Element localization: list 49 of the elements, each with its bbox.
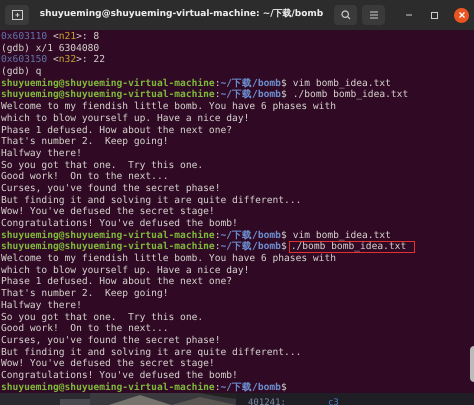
terminal-line: That's number 2. Keep going!	[1, 288, 169, 300]
terminal-line: Wow! You've defused the secret stage!	[1, 358, 215, 370]
terminal-line: So you got that one. Try this one.	[1, 312, 204, 324]
terminal-line: Phase 1 defused. How about the next one?	[1, 276, 232, 288]
terminal-line: Phase 1 defused. How about the next one?	[1, 124, 232, 136]
search-icon	[340, 10, 350, 20]
command-text: ./bomb bomb_idea.txt	[292, 89, 408, 102]
terminal-line: Curses, you've found the secret phase!	[1, 182, 220, 195]
terminal-line: which to blow yourself up. Have a nice day!	[1, 264, 250, 276]
search-button[interactable]	[334, 5, 357, 25]
terminal-line: 0x603150 <n32>: 22	[1, 54, 105, 66]
terminal-line: (gdb) q	[1, 66, 42, 78]
terminal-line: Halfway there!	[1, 148, 82, 160]
maximize-icon	[430, 12, 438, 18]
terminal-line: Welcome to my fiendish little bomb. You have 6 phases with	[1, 101, 336, 113]
terminal-line: So you got that one. Try this one.	[1, 160, 204, 172]
terminal-line: That's number 2. Keep going!	[1, 136, 169, 148]
table-cell: 401241:	[248, 396, 286, 405]
shell-prompt: shuyueming@shuyueming-virtual-machine:~/下载/bomb$	[1, 382, 287, 394]
close-icon	[458, 12, 464, 18]
close-button[interactable]	[454, 8, 469, 22]
terminal-line: Congratulations! You've defused the bomb!	[1, 218, 238, 230]
command-text: vim bomb_idea.txt	[292, 78, 391, 90]
terminal-line: But finding it and solving it are quite different...	[1, 346, 302, 358]
menu-icon	[370, 11, 378, 19]
shell-prompt: shuyueming@shuyueming-virtual-machine:~/下载/bomb$	[1, 230, 287, 241]
menu-button[interactable]	[362, 5, 385, 25]
terminal-line: Halfway there!	[1, 300, 82, 312]
window-title: shuyueming@shuyueming-virtual-machine: ~/下载/bomb	[40, 8, 324, 22]
terminal-line: Good work! On to the next...	[1, 323, 169, 335]
new-tab-icon	[12, 10, 22, 20]
new-tab-button[interactable]	[5, 5, 29, 25]
minimize-icon	[406, 14, 412, 16]
terminal-line: Welcome to my fiendish little bomb. You have 6 phases with	[1, 253, 336, 265]
terminal-line: Good work! On to the next...	[1, 171, 169, 183]
command-text: vim bomb_idea.txt	[292, 230, 391, 242]
scrollbar-thumb[interactable]	[470, 346, 474, 382]
terminal-line: But finding it and solving it are quite different...	[1, 194, 302, 206]
terminal-line: (gdb) x/1 6304080	[1, 42, 100, 54]
terminal-line: Wow! You've defused the secret stage!	[1, 206, 215, 218]
terminal-line: Curses, you've found the secret phase!	[1, 334, 220, 347]
table-cell: c3	[328, 396, 339, 405]
shell-prompt: shuyueming@shuyueming-virtual-machine:~/下载/bomb$	[1, 241, 287, 254]
terminal-line: 0x603110 <n21>: 8	[1, 31, 100, 43]
shell-prompt: shuyueming@shuyueming-virtual-machine:~/下载/bomb$	[1, 89, 287, 102]
terminal-line: Congratulations! You've defused the bomb!	[1, 370, 238, 382]
shell-prompt: shuyueming@shuyueming-virtual-machine:~/下载/bomb$	[1, 78, 287, 89]
terminal-line: which to blow yourself up. Have a nice day!	[1, 112, 250, 124]
command-text: ./bomb bomb_idea.txt	[288, 241, 416, 254]
